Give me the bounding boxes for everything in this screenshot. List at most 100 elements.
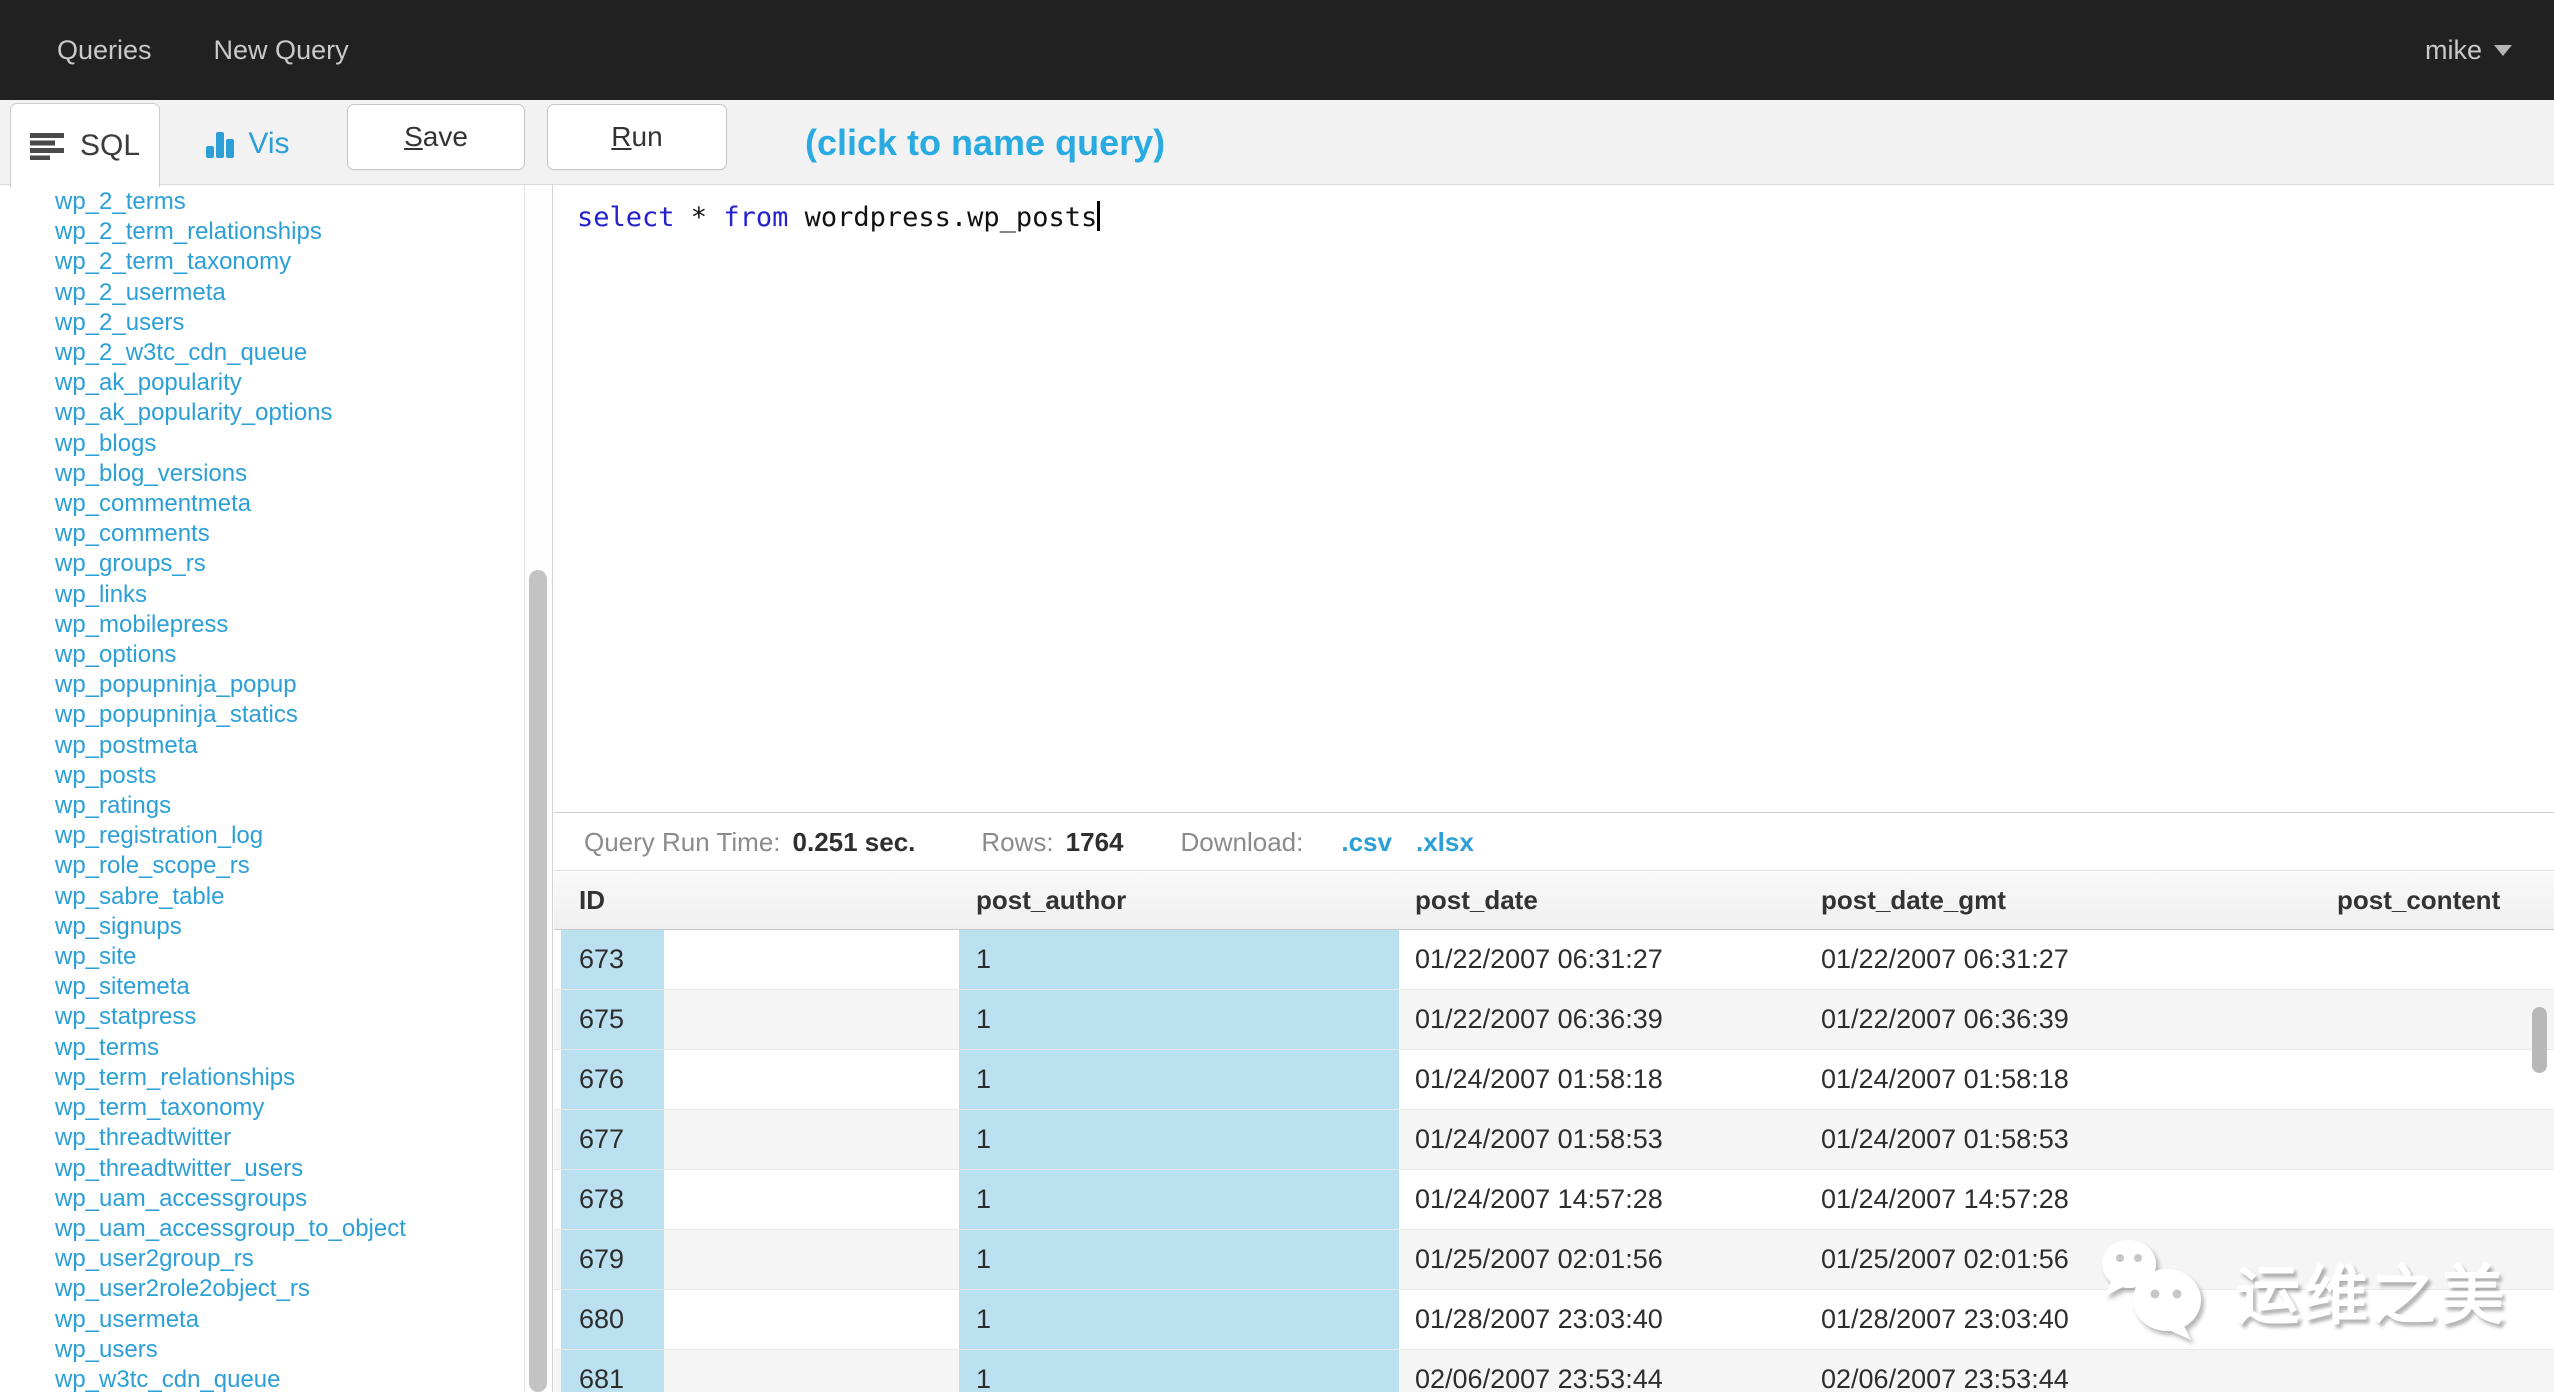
sidebar-table-link[interactable]: wp_groups_rs — [55, 549, 552, 579]
sidebar-table-link[interactable]: wp_threadtwitter_users — [55, 1154, 552, 1184]
sidebar-table-link[interactable]: wp_user2group_rs — [55, 1244, 552, 1274]
cell-post-date-gmt[interactable]: 01/25/2007 02:01:56 — [1807, 1230, 2319, 1289]
sidebar-table-link[interactable]: wp_options — [55, 640, 552, 670]
table-row[interactable]: 681 1 02/06/2007 23:53:44 02/06/2007 23:53:… — [554, 1350, 2554, 1392]
cell-post-date[interactable]: 01/22/2007 06:36:39 — [1399, 990, 1807, 1049]
cell-post-content[interactable] — [2319, 990, 2554, 1049]
table-row[interactable]: 677 1 01/24/2007 01:58:53 01/24/2007 01:58:… — [554, 1110, 2554, 1170]
cell-post-author[interactable]: 1 — [959, 990, 1399, 1049]
cell-post-date[interactable]: 01/22/2007 06:31:27 — [1399, 930, 1807, 989]
table-row[interactable]: 680 1 01/28/2007 23:03:40 01/28/2007 23:03:… — [554, 1290, 2554, 1350]
table-row[interactable]: 678 1 01/24/2007 14:57:28 01/24/2007 14:57:… — [554, 1170, 2554, 1230]
sidebar-table-link[interactable]: wp_sabre_table — [55, 882, 552, 912]
cell-post-date[interactable]: 02/06/2007 23:53:44 — [1399, 1350, 1807, 1392]
run-button[interactable]: Run — [547, 104, 727, 170]
sidebar-table-link[interactable]: wp_role_scope_rs — [55, 851, 552, 881]
sidebar-table-link[interactable]: wp_2_term_taxonomy — [55, 247, 552, 277]
table-row[interactable]: 675 1 01/22/2007 06:36:39 01/22/2007 06:36:… — [554, 990, 2554, 1050]
nav-queries[interactable]: Queries — [57, 35, 152, 66]
sidebar-table-link[interactable]: wp_popupninja_popup — [55, 670, 552, 700]
cell-post-author[interactable]: 1 — [959, 930, 1399, 989]
cell-post-date-gmt[interactable]: 01/24/2007 14:57:28 — [1807, 1170, 2319, 1229]
sql-editor[interactable]: select * from wordpress.wp_posts — [554, 185, 2554, 813]
sidebar-table-link[interactable]: wp_threadtwitter — [55, 1123, 552, 1153]
sidebar-table-link[interactable]: wp_popupninja_statics — [55, 700, 552, 730]
cell-post-content[interactable] — [2319, 930, 2554, 989]
cell-post-content[interactable] — [2319, 1170, 2554, 1229]
table-row[interactable]: 676 1 01/24/2007 01:58:18 01/24/2007 01:58:… — [554, 1050, 2554, 1110]
sidebar-table-link[interactable]: wp_uam_accessgroups — [55, 1184, 552, 1214]
sidebar-table-link[interactable]: wp_2_term_relationships — [55, 217, 552, 247]
sidebar-table-link[interactable]: wp_w3tc_cdn_queue — [55, 1365, 552, 1392]
cell-post-author[interactable]: 1 — [959, 1170, 1399, 1229]
cell-post-date[interactable]: 01/28/2007 23:03:40 — [1399, 1290, 1807, 1349]
sidebar-table-link[interactable]: wp_postmeta — [55, 731, 552, 761]
download-xlsx-link[interactable]: .xlsx — [1416, 827, 1474, 858]
cell-post-author[interactable]: 1 — [959, 1230, 1399, 1289]
cell-id[interactable]: 681 — [561, 1350, 664, 1392]
results-scrollbar-thumb[interactable] — [2532, 1007, 2547, 1073]
sidebar-table-link[interactable]: wp_posts — [55, 761, 552, 791]
query-name-placeholder[interactable]: (click to name query) — [805, 100, 1165, 185]
cell-id[interactable]: 675 — [561, 990, 664, 1049]
column-header-post-date-gmt[interactable]: post_date_gmt — [1807, 885, 2319, 916]
cell-post-date[interactable]: 01/24/2007 01:58:53 — [1399, 1110, 1807, 1169]
cell-post-content[interactable] — [2319, 1230, 2554, 1289]
column-header-post-content[interactable]: post_content — [2319, 885, 2554, 916]
cell-post-date-gmt[interactable]: 01/28/2007 23:03:40 — [1807, 1290, 2319, 1349]
cell-post-author[interactable]: 1 — [959, 1050, 1399, 1109]
cell-post-date-gmt[interactable]: 01/22/2007 06:36:39 — [1807, 990, 2319, 1049]
cell-post-author[interactable]: 1 — [959, 1290, 1399, 1349]
sidebar-table-link[interactable]: wp_statpress — [55, 1002, 552, 1032]
sidebar-table-link[interactable]: wp_signups — [55, 912, 552, 942]
cell-post-content[interactable] — [2319, 1050, 2554, 1109]
user-menu[interactable]: mike — [2425, 35, 2554, 66]
sidebar-table-link[interactable]: wp_term_taxonomy — [55, 1093, 552, 1123]
sidebar-table-link[interactable]: wp_2_usermeta — [55, 278, 552, 308]
cell-post-date[interactable]: 01/25/2007 02:01:56 — [1399, 1230, 1807, 1289]
cell-post-date-gmt[interactable]: 02/06/2007 23:53:44 — [1807, 1350, 2319, 1392]
cell-id[interactable]: 676 — [561, 1050, 664, 1109]
sidebar-table-link[interactable]: wp_ak_popularity_options — [55, 398, 552, 428]
sidebar-table-link[interactable]: wp_links — [55, 580, 552, 610]
cell-post-date-gmt[interactable]: 01/22/2007 06:31:27 — [1807, 930, 2319, 989]
sidebar-table-link[interactable]: wp_mobilepress — [55, 610, 552, 640]
sidebar-table-link[interactable]: wp_2_w3tc_cdn_queue — [55, 338, 552, 368]
table-row[interactable]: 679 1 01/25/2007 02:01:56 01/25/2007 02:01:… — [554, 1230, 2554, 1290]
sidebar-table-link[interactable]: wp_usermeta — [55, 1305, 552, 1335]
sidebar-table-link[interactable]: wp_2_users — [55, 308, 552, 338]
sidebar-table-link[interactable]: wp_site — [55, 942, 552, 972]
tab-sql[interactable]: SQL — [10, 103, 160, 187]
save-button[interactable]: Save — [347, 104, 525, 170]
sidebar-table-link[interactable]: wp_terms — [55, 1033, 552, 1063]
cell-post-author[interactable]: 1 — [959, 1110, 1399, 1169]
sidebar-table-link[interactable]: wp_ak_popularity — [55, 368, 552, 398]
cell-post-author[interactable]: 1 — [959, 1350, 1399, 1392]
sidebar-table-link[interactable]: wp_uam_accessgroup_to_object — [55, 1214, 552, 1244]
sidebar-table-link[interactable]: wp_registration_log — [55, 821, 552, 851]
sidebar-scrollbar-thumb[interactable] — [529, 570, 547, 1392]
sidebar-table-link[interactable]: wp_commentmeta — [55, 489, 552, 519]
cell-id[interactable]: 673 — [561, 930, 664, 989]
column-header-id[interactable]: ID — [561, 885, 959, 916]
cell-id[interactable]: 677 — [561, 1110, 664, 1169]
cell-post-date[interactable]: 01/24/2007 01:58:18 — [1399, 1050, 1807, 1109]
table-row[interactable]: 673 1 01/22/2007 06:31:27 01/22/2007 06:31:… — [554, 930, 2554, 990]
cell-post-content[interactable] — [2319, 1290, 2554, 1349]
cell-post-date[interactable]: 01/24/2007 14:57:28 — [1399, 1170, 1807, 1229]
cell-post-content[interactable] — [2319, 1350, 2554, 1392]
cell-id[interactable]: 679 — [561, 1230, 664, 1289]
sidebar-scrollbar[interactable] — [524, 185, 552, 1392]
sidebar-table-link[interactable]: wp_2_terms — [55, 187, 552, 217]
cell-post-date-gmt[interactable]: 01/24/2007 01:58:18 — [1807, 1050, 2319, 1109]
column-header-post-date[interactable]: post_date — [1399, 885, 1807, 916]
sidebar-table-link[interactable]: wp_comments — [55, 519, 552, 549]
cell-id[interactable]: 678 — [561, 1170, 664, 1229]
sidebar-table-link[interactable]: wp_blogs — [55, 429, 552, 459]
sidebar-table-link[interactable]: wp_term_relationships — [55, 1063, 552, 1093]
download-csv-link[interactable]: .csv — [1341, 827, 1392, 858]
cell-post-date-gmt[interactable]: 01/24/2007 01:58:53 — [1807, 1110, 2319, 1169]
sidebar-table-link[interactable]: wp_users — [55, 1335, 552, 1365]
sidebar-table-link[interactable]: wp_ratings — [55, 791, 552, 821]
sidebar-table-link[interactable]: wp_sitemeta — [55, 972, 552, 1002]
